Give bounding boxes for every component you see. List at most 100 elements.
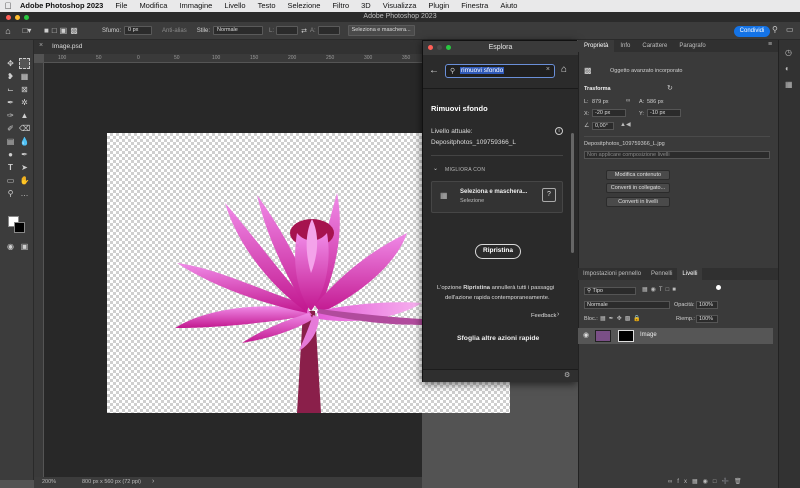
zoom-tool-icon[interactable]: ⚲: [5, 188, 16, 199]
menu-3d[interactable]: 3D: [355, 0, 377, 12]
menu-file[interactable]: File: [109, 0, 133, 12]
menu-immagine[interactable]: Immagine: [173, 0, 218, 12]
x-input[interactable]: -20 px: [592, 109, 626, 117]
menu-selezione[interactable]: Selezione: [282, 0, 327, 12]
history-panel-icon[interactable]: ◷: [785, 48, 792, 57]
clear-search-icon[interactable]: ×: [546, 66, 550, 73]
settings-gear-icon[interactable]: ⚙: [564, 371, 570, 379]
object-select-icon[interactable]: ▦: [19, 71, 30, 82]
pen-tool-icon[interactable]: ✒: [19, 149, 30, 160]
home-icon[interactable]: ⌂: [0, 26, 16, 36]
close-window-button[interactable]: [6, 15, 11, 20]
tab-layers[interactable]: Livelli: [677, 268, 703, 280]
dodge-tool-icon[interactable]: ●: [5, 149, 16, 160]
search-icon[interactable]: ⚲: [772, 25, 778, 34]
selection-mode-icons[interactable]: ■□▣▩: [44, 26, 96, 35]
share-button[interactable]: Condividi: [734, 26, 770, 37]
info-icon[interactable]: i: [555, 127, 563, 135]
minimize-window-button[interactable]: [15, 15, 20, 20]
convert-layers-button[interactable]: Converti in livelli: [606, 197, 670, 207]
menu-livello[interactable]: Livello: [218, 0, 251, 12]
menu-filtro[interactable]: Filtro: [326, 0, 355, 12]
menu-testo[interactable]: Testo: [252, 0, 282, 12]
zoom-level[interactable]: 200%: [42, 479, 56, 485]
home-icon[interactable]: ⌂: [561, 64, 567, 75]
layer-footer-icons[interactable]: ∞fx▦◉□➕🗑: [668, 478, 747, 485]
dialog-zoom-button[interactable]: [446, 45, 451, 50]
type-tool-icon[interactable]: T: [5, 162, 16, 173]
height-input[interactable]: [317, 26, 340, 35]
menu-aiuto[interactable]: Aiuto: [494, 0, 523, 12]
stile-select[interactable]: Normale: [213, 26, 264, 35]
flip-icons[interactable]: ▲◀: [620, 121, 631, 128]
eyedropper-icon[interactable]: ✒: [5, 97, 16, 108]
brush-tool-icon[interactable]: ✑: [5, 110, 16, 121]
stamp-tool-icon[interactable]: ▲: [19, 110, 30, 121]
quick-mask-icon[interactable]: ◉: [5, 241, 16, 252]
tab-proprieta[interactable]: Proprietà: [578, 40, 615, 52]
menu-plugin[interactable]: Plugin: [422, 0, 455, 12]
tab-info[interactable]: Info: [614, 40, 636, 52]
reset-transform-icon[interactable]: ↻: [667, 84, 673, 92]
sfumo-input[interactable]: 0 px: [124, 26, 153, 35]
width-input[interactable]: [276, 26, 299, 35]
convert-linked-button[interactable]: Converti in collegato...: [606, 183, 670, 193]
reset-button[interactable]: Ripristina: [475, 244, 521, 259]
tab-brush-settings[interactable]: Impostazioni pennello: [578, 268, 646, 280]
tab-brushes[interactable]: Pennelli: [646, 268, 677, 280]
feedback-link[interactable]: Feedback: [531, 313, 556, 319]
move-tool-icon[interactable]: ✥: [5, 58, 16, 69]
browse-more-link[interactable]: Sfoglia altre azioni rapide: [457, 335, 539, 342]
angle-input[interactable]: 0,00°: [592, 122, 614, 130]
spot-healing-icon[interactable]: ✲: [19, 97, 30, 108]
filter-icons[interactable]: ▦◉T□■: [642, 286, 679, 293]
y-input[interactable]: -10 px: [647, 109, 681, 117]
panel-menu-icon[interactable]: ≡: [768, 41, 772, 48]
menu-modifica[interactable]: Modifica: [133, 0, 173, 12]
gradient-tool-icon[interactable]: ▤: [5, 136, 16, 147]
lock-icons[interactable]: ▦✒✥▩🔒: [600, 315, 644, 322]
close-doc-icon[interactable]: ×: [39, 42, 43, 49]
visibility-eye-icon[interactable]: ◉: [583, 331, 589, 339]
layer-row[interactable]: ◉ Image: [578, 328, 773, 344]
scroll-thumb[interactable]: [571, 133, 574, 253]
menu-app-name[interactable]: Adobe Photoshop 2023: [16, 0, 109, 12]
swatches-panel-icon[interactable]: ▦: [785, 80, 793, 89]
link-icon[interactable]: ∞: [626, 98, 630, 104]
status-arrow-icon[interactable]: ›: [152, 478, 154, 485]
help-icon[interactable]: ?: [542, 188, 556, 202]
tab-paragrafo[interactable]: Paragrafo: [673, 40, 711, 52]
blend-mode-select[interactable]: Normale: [584, 301, 670, 309]
dialog-scrollbar[interactable]: [571, 89, 575, 255]
history-brush-icon[interactable]: ✐: [5, 123, 16, 134]
back-arrow-icon[interactable]: ←: [429, 65, 439, 76]
frame-tool-icon[interactable]: ⊠: [19, 84, 30, 95]
zoom-window-button[interactable]: [24, 15, 29, 20]
shape-tool-icon[interactable]: ▭: [5, 175, 16, 186]
select-and-mask-button[interactable]: Seleziona e maschera...: [347, 25, 415, 36]
width-value[interactable]: 879 px: [592, 99, 609, 105]
blur-tool-icon[interactable]: 💧: [19, 136, 30, 147]
dialog-close-button[interactable]: [428, 45, 433, 50]
chevron-down-icon[interactable]: ⌄: [433, 165, 438, 172]
tab-carattere[interactable]: Carattere: [636, 40, 673, 52]
workspace-icon[interactable]: ▭: [786, 25, 794, 34]
crop-tool-icon[interactable]: ⌙: [5, 84, 16, 95]
document-tab[interactable]: × Image.psd: [34, 40, 422, 54]
menu-finestra[interactable]: Finestra: [455, 0, 494, 12]
height-value[interactable]: 586 px: [647, 99, 664, 105]
more-tools-icon[interactable]: …: [19, 188, 30, 199]
eraser-tool-icon[interactable]: ⌫: [19, 123, 30, 134]
lasso-tool-icon[interactable]: ❥: [5, 71, 16, 82]
opacity-input[interactable]: 100%: [696, 301, 718, 309]
fill-input[interactable]: 100%: [696, 315, 718, 323]
search-input[interactable]: ⚲ rimuovi sfondo ×: [445, 64, 555, 78]
background-color-swatch[interactable]: [14, 222, 25, 233]
marquee-tool-icon[interactable]: ​: [19, 58, 30, 69]
layer-comp-select[interactable]: Non applicare composizione livelli: [584, 151, 770, 159]
edit-contents-button[interactable]: Modifica contenuto: [606, 170, 670, 180]
hand-tool-icon[interactable]: ✋: [19, 175, 30, 186]
screen-mode-icon[interactable]: ▣: [19, 241, 30, 252]
layer-mask-thumbnail[interactable]: [618, 330, 634, 342]
marquee-tool-preset-icon[interactable]: □▾: [16, 26, 38, 35]
